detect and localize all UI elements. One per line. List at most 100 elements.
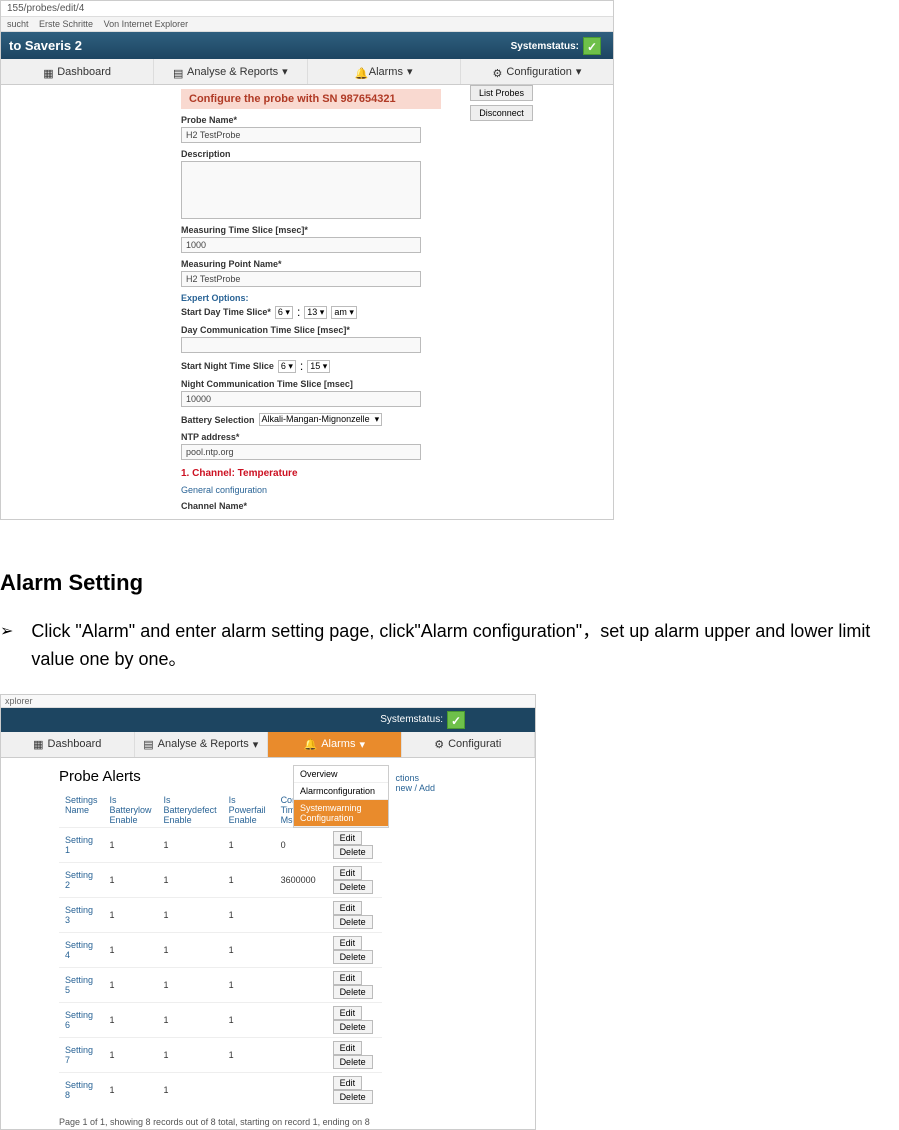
row-actions: EditDelete xyxy=(327,862,382,897)
dropdown-systemwarning[interactable]: Systemwarning Configuration xyxy=(294,800,388,827)
nav-dashboard[interactable]: ▦Dashboard xyxy=(1,732,135,757)
expert-options-link[interactable]: Expert Options: xyxy=(181,293,613,303)
ntp-input[interactable] xyxy=(181,444,421,460)
delete-button[interactable]: Delete xyxy=(333,915,373,929)
screenshot-probe-config: 155/probes/edit/4 sucht Erste Schritte V… xyxy=(0,0,614,520)
row-name[interactable]: Setting 7 xyxy=(59,1037,104,1072)
row-commtimeout xyxy=(275,967,327,1002)
edit-button[interactable]: Edit xyxy=(333,1006,363,1020)
dropdown-alarmconfig[interactable]: Alarmconfiguration xyxy=(294,783,388,800)
row-batterydefect: 1 xyxy=(158,1072,223,1107)
col-powerfail[interactable]: Is Powerfail Enable xyxy=(223,793,275,828)
row-batterylow: 1 xyxy=(104,897,158,932)
chevron-down-icon: ▾ xyxy=(282,65,288,78)
edit-button[interactable]: Edit xyxy=(333,936,363,950)
mts-label: Measuring Time Slice [msec]* xyxy=(181,225,613,235)
nav-label: Alarms xyxy=(369,66,403,78)
edit-button[interactable]: Edit xyxy=(333,1041,363,1055)
nav-analyse[interactable]: ▤Analyse & Reports▾ xyxy=(135,732,269,757)
row-name[interactable]: Setting 5 xyxy=(59,967,104,1002)
row-name[interactable]: Setting 3 xyxy=(59,897,104,932)
delete-button[interactable]: Delete xyxy=(333,985,373,999)
row-commtimeout xyxy=(275,932,327,967)
dcts-input[interactable] xyxy=(181,337,421,353)
new-add-link[interactable]: new / Add xyxy=(395,783,435,793)
nav-label: Analyse & Reports xyxy=(158,738,249,750)
bookmark[interactable]: Von Internet Explorer xyxy=(104,19,189,29)
disconnect-button[interactable]: Disconnect xyxy=(470,105,533,121)
snts-hour-select[interactable]: 6 ▾ xyxy=(278,360,296,373)
col-batterydefect[interactable]: Is Batterydefect Enable xyxy=(158,793,223,828)
dropdown-overview[interactable]: Overview xyxy=(294,766,388,783)
row-commtimeout xyxy=(275,1002,327,1037)
row-batterydefect: 1 xyxy=(158,827,223,862)
row-name[interactable]: Setting 8 xyxy=(59,1072,104,1107)
description-label: Description xyxy=(181,149,613,159)
delete-button[interactable]: Delete xyxy=(333,950,373,964)
delete-button[interactable]: Delete xyxy=(333,1020,373,1034)
alerts-table: Settings Name Is Batterylow Enable Is Ba… xyxy=(59,793,382,1107)
actions-label: ctions xyxy=(395,773,419,783)
edit-button[interactable]: Edit xyxy=(333,866,363,880)
edit-button[interactable]: Edit xyxy=(333,901,363,915)
probe-name-input[interactable] xyxy=(181,127,421,143)
row-name[interactable]: Setting 6 xyxy=(59,1002,104,1037)
edit-button[interactable]: Edit xyxy=(333,1076,363,1090)
row-commtimeout xyxy=(275,1037,327,1072)
mts-input[interactable] xyxy=(181,237,421,253)
row-name[interactable]: Setting 2 xyxy=(59,862,104,897)
nav-alarms[interactable]: 🔔Alarms▾ xyxy=(268,732,402,757)
delete-button[interactable]: Delete xyxy=(333,880,373,894)
sdts-hour-select[interactable]: 6 ▾ xyxy=(275,306,293,319)
snts-label: Start Night Time Slice xyxy=(181,361,274,371)
row-batterydefect: 1 xyxy=(158,862,223,897)
table-row: Setting 6111EditDelete xyxy=(59,1002,382,1037)
sdts-ampm-select[interactable]: am ▾ xyxy=(331,306,357,319)
nav-label: Dashboard xyxy=(48,738,102,750)
row-name[interactable]: Setting 1 xyxy=(59,827,104,862)
main-nav: ▦Dashboard ▤Analyse & Reports▾ 🔔Alarms▾ … xyxy=(1,732,535,758)
row-batterylow: 1 xyxy=(104,1037,158,1072)
instruction-text: Click "Alarm" and enter alarm setting pa… xyxy=(31,618,899,674)
row-powerfail: 1 xyxy=(223,897,275,932)
row-batterylow: 1 xyxy=(104,1072,158,1107)
delete-button[interactable]: Delete xyxy=(333,1055,373,1069)
description-input[interactable] xyxy=(181,161,421,219)
row-commtimeout: 3600000 xyxy=(275,862,327,897)
sdts-min-select[interactable]: 13 ▾ xyxy=(304,306,327,319)
table-row: Setting 3111EditDelete xyxy=(59,897,382,932)
edit-button[interactable]: Edit xyxy=(333,971,363,985)
nav-config[interactable]: ⚙Configuration▾ xyxy=(461,59,613,84)
channel-name-label: Channel Name* xyxy=(181,501,613,511)
row-commtimeout xyxy=(275,897,327,932)
ncts-input[interactable] xyxy=(181,391,421,407)
bookmark[interactable]: sucht xyxy=(7,19,29,29)
col-batterylow[interactable]: Is Batterylow Enable xyxy=(104,793,158,828)
list-probes-button[interactable]: List Probes xyxy=(470,85,533,101)
row-actions: EditDelete xyxy=(327,827,382,862)
table-row: Setting 4111EditDelete xyxy=(59,932,382,967)
general-config-link[interactable]: General configuration xyxy=(181,485,613,495)
table-row: Setting 21113600000EditDelete xyxy=(59,862,382,897)
bookmark[interactable]: Erste Schritte xyxy=(39,19,93,29)
mpn-input[interactable] xyxy=(181,271,421,287)
nav-analyse[interactable]: ▤Analyse & Reports▾ xyxy=(154,59,307,84)
delete-button[interactable]: Delete xyxy=(333,1090,373,1104)
mpn-label: Measuring Point Name* xyxy=(181,259,613,269)
nav-alarms[interactable]: 🔔Alarms▾ xyxy=(308,59,461,84)
grid-icon: ▦ xyxy=(43,67,53,77)
app-header: to Saveris 2 Systemstatus: ✓ xyxy=(1,32,613,59)
row-batterydefect: 1 xyxy=(158,967,223,1002)
edit-button[interactable]: Edit xyxy=(333,831,363,845)
delete-button[interactable]: Delete xyxy=(333,845,373,859)
row-actions: EditDelete xyxy=(327,897,382,932)
row-name[interactable]: Setting 4 xyxy=(59,932,104,967)
col-name[interactable]: Settings Name xyxy=(59,793,104,828)
row-batterydefect: 1 xyxy=(158,1037,223,1072)
battery-select[interactable]: Alkali-Mangan-Mignonzelle ▾ xyxy=(259,413,383,426)
nav-dashboard[interactable]: ▦Dashboard xyxy=(1,59,154,84)
table-row: Setting 5111EditDelete xyxy=(59,967,382,1002)
nav-config[interactable]: ⚙Configurati xyxy=(402,732,536,757)
snts-min-select[interactable]: 15 ▾ xyxy=(307,360,330,373)
screenshot-probe-alerts: xplorer Systemstatus: ✓ ▦Dashboard ▤Anal… xyxy=(0,694,536,1130)
